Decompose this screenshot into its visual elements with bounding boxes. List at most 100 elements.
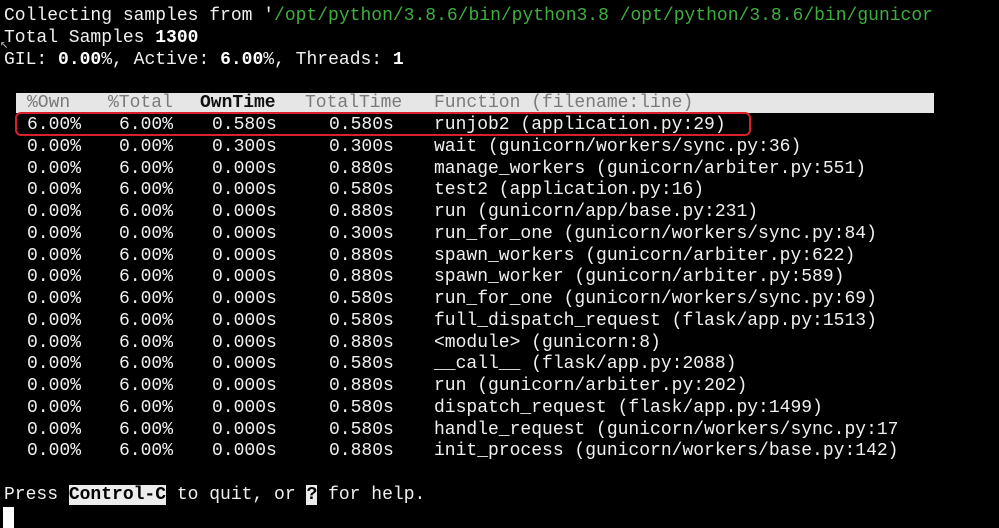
cell-own: 0.00% (27, 137, 82, 157)
collecting-status-line: Collecting samples from '/opt/python/3.8… (4, 5, 933, 27)
threads-value: 1 (392, 50, 404, 70)
cell-total: 6.00% (119, 376, 174, 396)
command-path: /opt/python/3.8.6/bin/python3.8 /opt/pyt… (274, 6, 933, 26)
cell-owntime: 0.000s (212, 159, 277, 179)
cell-function: run (gunicorn/arbiter.py:202) (434, 376, 748, 396)
column-header-total[interactable]: %Total (108, 93, 173, 113)
gil-status-line: GIL: 0.00%, Active: 6.00%, Threads: 1 (4, 49, 404, 71)
gil-label: GIL: (4, 50, 59, 70)
cell-total: 6.00% (119, 441, 174, 461)
cell-function: handle_request (gunicorn/workers/sync.py… (434, 420, 899, 440)
cell-own: 0.00% (27, 159, 82, 179)
cell-total: 6.00% (119, 354, 174, 374)
help-key[interactable]: ? (306, 485, 318, 505)
column-header-owntime[interactable]: OwnTime (200, 93, 276, 113)
column-header-own[interactable]: %Own (27, 93, 70, 113)
cell-function: run (gunicorn/app/base.py:231) (434, 202, 759, 222)
cell-owntime: 0.300s (212, 137, 277, 157)
cell-total: 6.00% (119, 333, 174, 353)
collecting-prefix: Collecting samples from ' (4, 6, 275, 26)
cell-own: 0.00% (27, 354, 82, 374)
footer-to-quit: to quit, or (166, 485, 307, 505)
cell-function: spawn_worker (gunicorn/arbiter.py:589) (434, 267, 845, 287)
cell-total: 6.00% (119, 289, 174, 309)
cell-function: run_for_one (gunicorn/workers/sync.py:84… (434, 224, 877, 244)
cell-totaltime: 0.880s (329, 441, 394, 461)
cell-totaltime: 0.880s (329, 246, 394, 266)
cell-function: test2 (application.py:16) (434, 180, 705, 200)
cell-totaltime: 0.580s (329, 180, 394, 200)
mouse-pointer-icon: ↖ (0, 37, 9, 53)
cell-function: dispatch_request (flask/app.py:1499) (434, 398, 823, 418)
cell-totaltime: 0.300s (329, 137, 394, 157)
cell-total: 0.00% (119, 137, 174, 157)
gil-value: 0.00 (58, 50, 102, 70)
cell-owntime: 0.000s (212, 202, 277, 222)
threads-label: %, Threads: (263, 50, 393, 70)
terminal-cursor (3, 507, 14, 528)
active-value: 6.00 (220, 50, 264, 70)
cell-totaltime: 0.880s (329, 267, 394, 287)
cell-total: 6.00% (119, 159, 174, 179)
active-label: %, Active: (101, 50, 221, 70)
cell-owntime: 0.000s (212, 289, 277, 309)
cell-function: spawn_workers (gunicorn/arbiter.py:622) (434, 246, 856, 266)
cell-owntime: 0.000s (212, 246, 277, 266)
highlight-annotation (15, 112, 751, 136)
cell-own: 0.00% (27, 311, 82, 331)
cell-total: 6.00% (119, 202, 174, 222)
cell-totaltime: 0.300s (329, 224, 394, 244)
cell-own: 0.00% (27, 224, 82, 244)
terminal-window: Collecting samples from '/opt/python/3.8… (0, 0, 999, 528)
total-samples-label: Total Samples (4, 28, 156, 48)
cell-owntime: 0.000s (212, 267, 277, 287)
cell-total: 6.00% (119, 311, 174, 331)
footer-press: Press (4, 485, 69, 505)
cell-function: <module> (gunicorn:8) (434, 333, 661, 353)
cell-function: init_process (gunicorn/workers/base.py:1… (434, 441, 899, 461)
cell-owntime: 0.000s (212, 224, 277, 244)
cell-total: 0.00% (119, 224, 174, 244)
cell-own: 0.00% (27, 333, 82, 353)
cell-totaltime: 0.580s (329, 354, 394, 374)
cell-total: 6.00% (119, 246, 174, 266)
cell-function: wait (gunicorn/workers/sync.py:36) (434, 137, 802, 157)
cell-function: manage_workers (gunicorn/arbiter.py:551) (434, 159, 867, 179)
total-samples-line: Total Samples 1300 (4, 27, 198, 49)
cell-total: 6.00% (119, 420, 174, 440)
cell-owntime: 0.000s (212, 354, 277, 374)
column-header-totaltime[interactable]: TotalTime (305, 93, 402, 113)
cell-own: 0.00% (27, 180, 82, 200)
cell-own: 0.00% (27, 441, 82, 461)
footer-for-help: for help. (317, 485, 426, 505)
cell-total: 6.00% (119, 180, 174, 200)
total-samples-value: 1300 (155, 28, 199, 48)
cell-total: 6.00% (119, 267, 174, 287)
cell-own: 0.00% (27, 267, 82, 287)
cell-own: 0.00% (27, 398, 82, 418)
cell-owntime: 0.000s (212, 398, 277, 418)
cell-totaltime: 0.880s (329, 376, 394, 396)
cell-owntime: 0.000s (212, 333, 277, 353)
cell-own: 0.00% (27, 376, 82, 396)
cell-totaltime: 0.880s (329, 202, 394, 222)
cell-own: 0.00% (27, 202, 82, 222)
cell-own: 0.00% (27, 246, 82, 266)
cell-total: 6.00% (119, 398, 174, 418)
cell-totaltime: 0.580s (329, 420, 394, 440)
cell-function: __call__ (flask/app.py:2088) (434, 354, 737, 374)
quit-key[interactable]: Control-C (68, 485, 167, 505)
cell-totaltime: 0.580s (329, 289, 394, 309)
column-header-function[interactable]: Function (filename:line) (434, 93, 693, 113)
help-footer: Press Control-C to quit, or ? for help. (4, 484, 425, 506)
cell-owntime: 0.000s (212, 441, 277, 461)
cell-function: run_for_one (gunicorn/workers/sync.py:69… (434, 289, 877, 309)
cell-own: 0.00% (27, 420, 82, 440)
cell-owntime: 0.000s (212, 376, 277, 396)
cell-owntime: 0.000s (212, 311, 277, 331)
cell-totaltime: 0.880s (329, 333, 394, 353)
cell-totaltime: 0.580s (329, 311, 394, 331)
cell-totaltime: 0.880s (329, 159, 394, 179)
cell-function: full_dispatch_request (flask/app.py:1513… (434, 311, 877, 331)
cell-own: 0.00% (27, 289, 82, 309)
